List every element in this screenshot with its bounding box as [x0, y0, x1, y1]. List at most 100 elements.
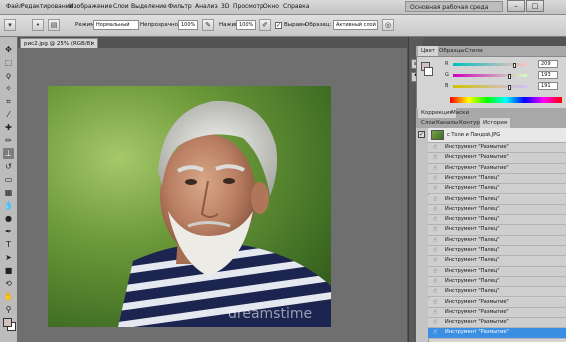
- history-snapshot[interactable]: с Толи и Пандой.JPG: [428, 128, 566, 143]
- airbrush-icon[interactable]: ✎: [202, 19, 214, 31]
- clone-stamp-tool-icon[interactable]: ⊥: [3, 148, 14, 159]
- close-tab-icon[interactable]: ×: [90, 39, 95, 49]
- smudge-step-icon: ☝: [432, 328, 438, 337]
- menu-layers[interactable]: Слои: [113, 3, 129, 11]
- zoom-tool-icon[interactable]: ⚲: [3, 304, 14, 315]
- document-image[interactable]: dreamstime: [48, 86, 331, 327]
- menu-image[interactable]: Изображение: [69, 3, 112, 11]
- menu-window[interactable]: Окно: [263, 3, 279, 11]
- mode-select[interactable]: Нормальный: [93, 20, 139, 30]
- healing-tool-icon[interactable]: ✚: [3, 122, 14, 133]
- history-step-label: Инструмент "Палец": [445, 267, 500, 274]
- history-step[interactable]: ☝ Инструмент "Палец": [428, 235, 566, 246]
- channel-g-thumb[interactable]: [508, 74, 512, 79]
- brush-tool-icon[interactable]: ✏: [3, 135, 14, 146]
- quick-select-tool-icon[interactable]: ✧: [3, 83, 14, 94]
- opacity-input[interactable]: 100%: [178, 20, 198, 30]
- tab-styles[interactable]: Стили: [462, 46, 486, 56]
- history-step[interactable]: ☝ Инструмент "Палец": [428, 225, 566, 236]
- snapshot-thumbnail: [431, 130, 444, 140]
- menu-edit[interactable]: Редактирование: [21, 3, 73, 11]
- eraser-tool-icon[interactable]: ▭: [3, 174, 14, 185]
- menu-analysis[interactable]: Анализ: [195, 3, 218, 11]
- hand-tool-icon[interactable]: ✋: [3, 291, 14, 302]
- path-select-tool-icon[interactable]: ➤: [3, 252, 14, 263]
- watermark-text: dreamstime: [228, 306, 312, 322]
- menu-select[interactable]: Выделение: [131, 3, 167, 11]
- pen-tool-icon[interactable]: ✒: [3, 226, 14, 237]
- blur-tool-icon[interactable]: 💧: [3, 200, 14, 211]
- history-step[interactable]: ☝ Инструмент "Размытие": [428, 307, 566, 319]
- minimize-button[interactable]: –: [507, 0, 525, 12]
- history-step[interactable]: ☝ Инструмент "Палец": [428, 276, 566, 288]
- marquee-tool-icon[interactable]: ⬚: [3, 57, 14, 68]
- ignore-adjustment-icon[interactable]: ◎: [382, 19, 394, 31]
- smudge-step-icon: ☝: [432, 173, 438, 182]
- history-step[interactable]: ☝ Инструмент "Палец": [428, 287, 566, 298]
- history-step-label: Инструмент "Палец": [445, 236, 500, 243]
- history-brush-tool-icon[interactable]: ↺: [3, 161, 14, 172]
- menu-filter[interactable]: Фильтр: [168, 3, 192, 11]
- 3d-rotate-tool-icon[interactable]: ⟲: [3, 278, 14, 289]
- brush-panel-icon[interactable]: ▤: [48, 19, 60, 31]
- history-step[interactable]: ☝ Инструмент "Палец": [428, 256, 566, 267]
- channel-g-slider[interactable]: [453, 74, 527, 77]
- gradient-tool-icon[interactable]: ▦: [3, 187, 14, 198]
- channel-r-value[interactable]: 209: [538, 60, 558, 68]
- document-tab-title: рис2.jpg @ 25% (RGB/8): [24, 41, 93, 47]
- history-step[interactable]: ☝ Инструмент "Размытие": [428, 163, 566, 174]
- tab-history[interactable]: История: [480, 118, 511, 128]
- smudge-step-icon: ☝: [432, 307, 438, 316]
- sample-select[interactable]: Активный слой: [333, 20, 378, 30]
- channel-b-slider[interactable]: [453, 85, 527, 88]
- history-step[interactable]: ☝ Инструмент "Размытие": [428, 153, 566, 164]
- document-tab[interactable]: рис2.jpg @ 25% (RGB/8) ×: [20, 38, 98, 48]
- menu-help[interactable]: Справка: [283, 3, 309, 11]
- shape-tool-icon[interactable]: ■: [3, 265, 14, 276]
- smudge-step-icon: ☝: [432, 143, 438, 151]
- snapshot-label: с Толи и Пандой.JPG: [447, 132, 501, 138]
- history-step[interactable]: ☝ Инструмент "Размытие": [428, 328, 566, 339]
- history-step[interactable]: ☝ Инструмент "Палец": [428, 204, 566, 216]
- history-step[interactable]: ☝ Инструмент "Размытие": [428, 318, 566, 329]
- color-panel-tabs: Цвет Образцы Стили: [416, 46, 566, 57]
- history-step-label: Инструмент "Размытие": [445, 164, 509, 171]
- history-step[interactable]: ☝ Инструмент "Размытие": [428, 297, 566, 308]
- menu-bar: Файл Редактирование Изображение Слои Выд…: [0, 0, 566, 15]
- color-spectrum-bar[interactable]: [450, 97, 562, 103]
- history-source-checkbox[interactable]: ✓: [418, 131, 425, 138]
- history-step[interactable]: ☝ Инструмент "Палец": [428, 194, 566, 205]
- move-tool-icon[interactable]: ✥: [3, 44, 14, 55]
- channel-g-value[interactable]: 193: [538, 71, 558, 79]
- history-step[interactable]: ☝ Инструмент "Палец": [428, 184, 566, 195]
- channel-b-value[interactable]: 191: [538, 82, 558, 90]
- eyedropper-tool-icon[interactable]: ⁄: [3, 109, 14, 120]
- channel-b-thumb[interactable]: [507, 85, 511, 90]
- history-step-label: Инструмент "Размытие": [445, 308, 509, 315]
- dodge-tool-icon[interactable]: ●: [3, 213, 14, 224]
- menu-3d[interactable]: 3D: [221, 3, 229, 11]
- type-tool-icon[interactable]: T: [3, 239, 14, 250]
- options-bar: ▾ • ▤ Режим: Нормальный Непрозрачность: …: [0, 15, 566, 37]
- tool-preset-icon[interactable]: ▾: [4, 19, 16, 31]
- lasso-tool-icon[interactable]: ϙ: [3, 70, 14, 81]
- pressure-input[interactable]: 100%: [236, 20, 256, 30]
- foreground-color-swatch[interactable]: [3, 318, 12, 327]
- tab-masks[interactable]: Маски: [448, 108, 472, 118]
- aligned-checkbox[interactable]: ✓: [275, 22, 282, 29]
- history-step[interactable]: ☝ Инструмент "Палец": [428, 246, 566, 257]
- history-step[interactable]: ☝ Инструмент "Размытие": [428, 143, 566, 154]
- history-step[interactable]: ☝ Инструмент "Палец": [428, 266, 566, 277]
- toolbox: ✥ ⬚ ϙ ✧ ⌗ ⁄ ✚ ✏ ⊥ ↺ ▭ ▦ 💧 ● ✒ T ➤ ■ ⟲ ✋ …: [0, 37, 18, 342]
- channel-r-slider[interactable]: [453, 63, 527, 66]
- menu-view[interactable]: Просмотр: [233, 3, 264, 11]
- history-step[interactable]: ☝ Инструмент "Палец": [428, 173, 566, 185]
- history-step[interactable]: ☝ Инструмент "Палец": [428, 215, 566, 226]
- color-background-swatch[interactable]: [424, 67, 433, 76]
- channel-r-thumb[interactable]: [512, 63, 516, 68]
- maximize-button[interactable]: □: [526, 0, 544, 12]
- crop-tool-icon[interactable]: ⌗: [3, 96, 14, 107]
- workspace-switcher[interactable]: Основная рабочая среда: [405, 1, 503, 12]
- brush-preset-icon[interactable]: •: [32, 19, 44, 31]
- tablet-pressure-icon[interactable]: ✐: [259, 19, 271, 31]
